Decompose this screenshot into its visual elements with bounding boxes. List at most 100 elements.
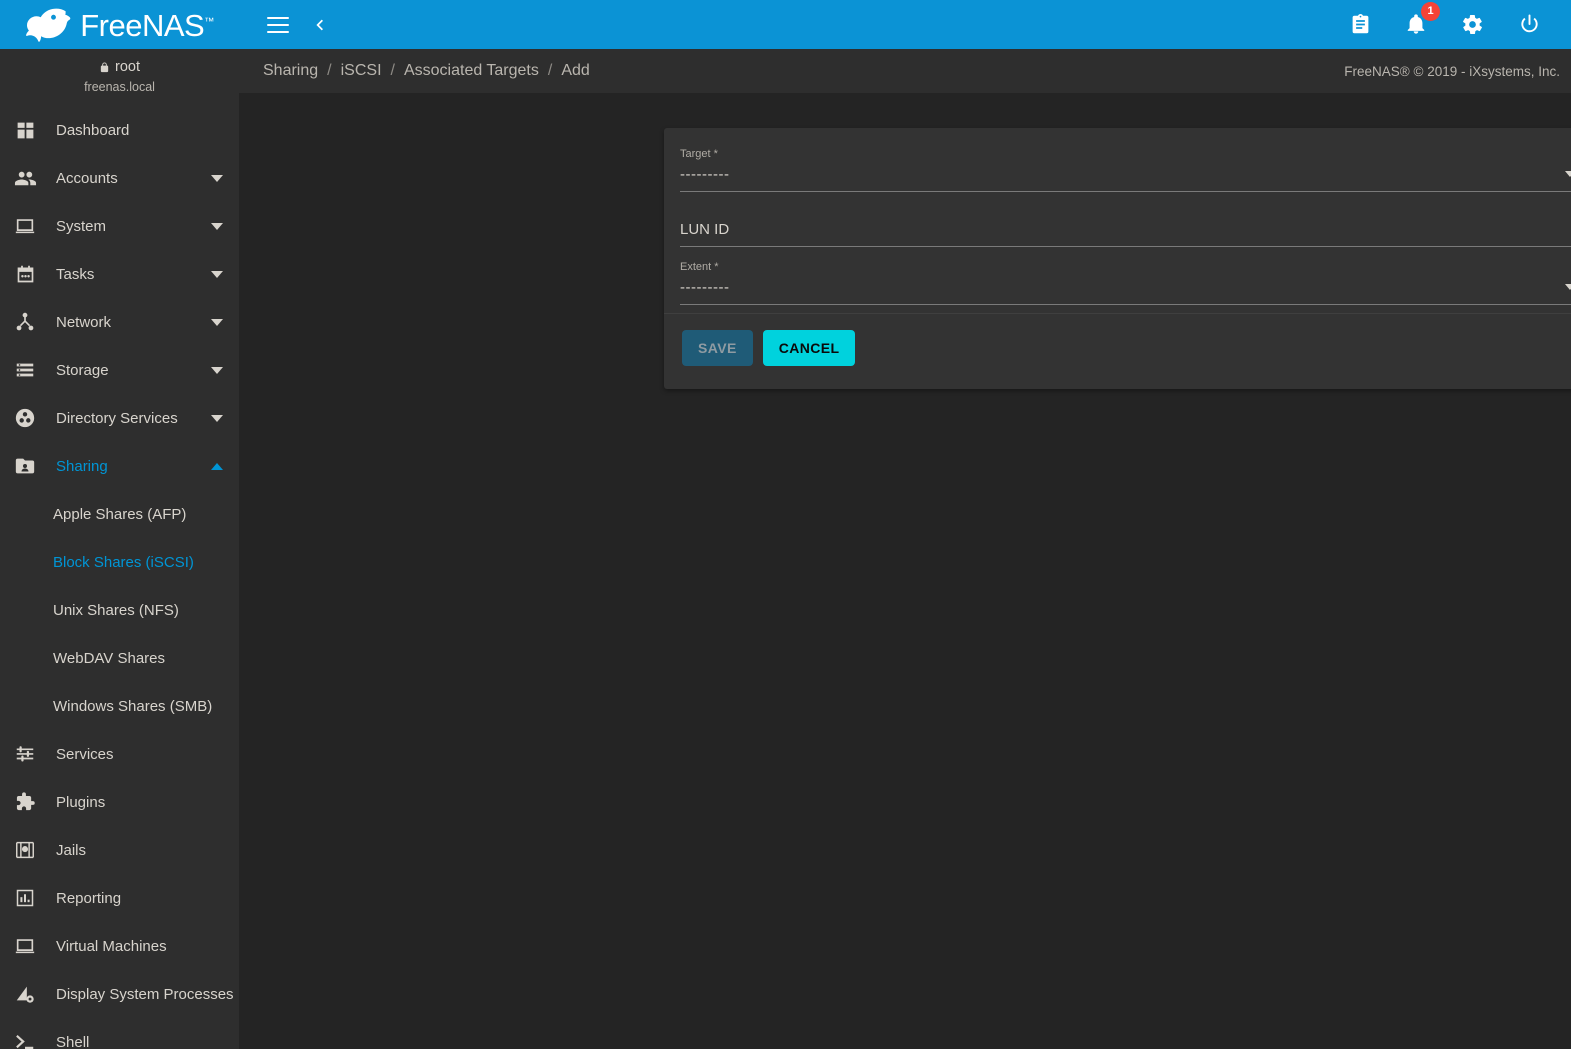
chevron-down-icon[interactable] (1565, 171, 1571, 177)
dashboard-icon (12, 117, 38, 143)
main-area: Sharing / iSCSI / Associated Targets / A… (239, 49, 1571, 1049)
sidebar-subitem-label: WebDAV Shares (53, 649, 165, 667)
power-icon (1521, 14, 1538, 33)
sidebar-item-reporting[interactable]: Reporting (0, 874, 239, 922)
sidebar-item-tasks[interactable]: Tasks (0, 250, 239, 298)
brand-tm: ™ (204, 16, 214, 28)
field-target: Target * --------- (680, 147, 1571, 192)
sidebar-subitem-label: Block Shares (iSCSI) (53, 553, 194, 571)
sharing-icon (12, 453, 38, 479)
sidebar-item-unix-shares-nfs[interactable]: Unix Shares (NFS) (0, 586, 239, 634)
field-lun-id-control-wrap (680, 220, 1571, 247)
chevron-down-icon[interactable] (211, 222, 223, 230)
brand-name: FreeNAS™ (80, 8, 214, 43)
lock-icon (100, 61, 109, 72)
sidebar-item-label: Dashboard (56, 121, 130, 139)
sidebar-item-sharing[interactable]: Sharing (0, 442, 239, 490)
storage-icon (12, 357, 38, 383)
clipboard-icon (1352, 14, 1369, 34)
copyright-text: FreeNAS® © 2019 - iXsystems, Inc. (1344, 63, 1560, 79)
field-target-row: --------- (680, 165, 1571, 192)
notifications-button[interactable]: 1 (1401, 2, 1440, 40)
sidebar-collapse-button[interactable] (309, 14, 331, 36)
lun-id-input[interactable] (680, 220, 1571, 240)
breadcrumb-separator: / (547, 62, 553, 79)
chevron-down-icon[interactable] (211, 270, 223, 278)
sidebar-item-services[interactable]: Services (0, 730, 239, 778)
sidebar-item-label: Sharing (56, 457, 108, 475)
chevron-down-icon[interactable] (211, 414, 223, 422)
chevron-up-icon[interactable] (211, 462, 223, 470)
sidebar-item-display-system-processes[interactable]: Display System Processes (0, 970, 239, 1018)
network-icon (12, 309, 38, 335)
sidebar-item-label: Virtual Machines (56, 937, 167, 955)
sidebar-subitem-label: Windows Shares (SMB) (53, 697, 213, 715)
sidebar-item-storage[interactable]: Storage (0, 346, 239, 394)
virtual-machines-icon (12, 933, 38, 959)
form-actions: SAVE CANCEL (664, 314, 1571, 389)
sidebar-subitem-label: Unix Shares (NFS) (53, 601, 179, 619)
reporting-icon (12, 885, 38, 911)
hamburger-icon (267, 16, 289, 33)
chevron-down-icon[interactable] (211, 318, 223, 326)
breadcrumb-item-associated-targets[interactable]: Associated Targets (404, 62, 539, 80)
sidebar-item-shell[interactable]: Shell (0, 1018, 239, 1049)
sidebar-item-accounts[interactable]: Accounts (0, 154, 239, 202)
sidebar-item-label: Jails (56, 841, 87, 859)
field-target-label: Target * (680, 148, 718, 160)
target-select-value: --------- (680, 166, 730, 183)
gear-icon (1463, 15, 1482, 34)
notification-badge: 1 (1421, 2, 1440, 21)
sidebar-user-line: root (0, 57, 239, 77)
sidebar-item-windows-shares-smb[interactable]: Windows Shares (SMB) (0, 682, 239, 730)
sidebar-item-plugins[interactable]: Plugins (0, 778, 239, 826)
hamburger-menu-button[interactable] (263, 13, 293, 37)
sidebar-item-dashboard[interactable]: Dashboard (0, 106, 239, 154)
top-bar: FreeNAS™ 1 (0, 0, 1571, 49)
breadcrumb-item-iscsi[interactable]: iSCSI (341, 62, 382, 80)
add-associated-target-form-card: Target * --------- LUN ID Extent * -----… (664, 128, 1571, 389)
power-button[interactable] (1514, 9, 1545, 40)
sidebar-subitem-label: Apple Shares (AFP) (53, 505, 187, 523)
field-lun-id-row (680, 220, 1571, 247)
sidebar-item-webdav-shares[interactable]: WebDAV Shares (0, 634, 239, 682)
field-extent-row: --------- (680, 278, 1571, 305)
plugins-icon (12, 789, 38, 815)
field-extent-label: Extent * (680, 261, 719, 273)
accounts-icon (12, 165, 38, 191)
task-manager-button[interactable] (1346, 9, 1375, 40)
target-select[interactable]: --------- (680, 165, 1571, 192)
form-fields: Target * --------- LUN ID Extent * -----… (664, 128, 1571, 313)
cancel-button[interactable]: CANCEL (762, 330, 856, 366)
sidebar-nav: Dashboard Accounts System Tasks Network … (0, 106, 239, 1049)
sidebar-item-label: Accounts (56, 169, 118, 187)
sidebar-item-label: Storage (56, 361, 109, 379)
brand-logo[interactable]: FreeNAS™ (0, 0, 239, 49)
sidebar-item-label: Services (56, 745, 114, 763)
lun-id-control[interactable] (680, 220, 1571, 247)
sidebar-item-apple-shares-afp[interactable]: Apple Shares (AFP) (0, 490, 239, 538)
sidebar-item-directory-services[interactable]: Directory Services (0, 394, 239, 442)
breadcrumb: Sharing / iSCSI / Associated Targets / A… (263, 62, 590, 80)
field-lun-id (680, 220, 1571, 247)
settings-button[interactable] (1457, 9, 1488, 40)
breadcrumb-item-sharing[interactable]: Sharing (263, 62, 318, 80)
freenas-shark-logo-icon (26, 8, 71, 42)
page-content: Target * --------- LUN ID Extent * -----… (239, 93, 1571, 1049)
sidebar-item-virtual-machines[interactable]: Virtual Machines (0, 922, 239, 970)
extent-select[interactable]: --------- (680, 278, 1571, 305)
sidebar-item-label: Shell (56, 1033, 90, 1049)
sidebar-item-system[interactable]: System (0, 202, 239, 250)
sidebar-item-label: Display System Processes (56, 985, 234, 1003)
save-button[interactable]: SAVE (682, 330, 753, 366)
sidebar-item-jails[interactable]: Jails (0, 826, 239, 874)
chevron-down-icon[interactable] (211, 174, 223, 182)
chevron-down-icon[interactable] (211, 366, 223, 374)
field-extent-control-wrap: --------- (680, 278, 1571, 305)
services-icon (12, 741, 38, 767)
sidebar-user-block: root freenas.local (0, 49, 239, 106)
breadcrumb-separator: / (390, 62, 395, 79)
chevron-down-icon[interactable] (1565, 284, 1571, 290)
sidebar-item-network[interactable]: Network (0, 298, 239, 346)
sidebar-item-block-shares-iscsi[interactable]: Block Shares (iSCSI) (0, 538, 239, 586)
